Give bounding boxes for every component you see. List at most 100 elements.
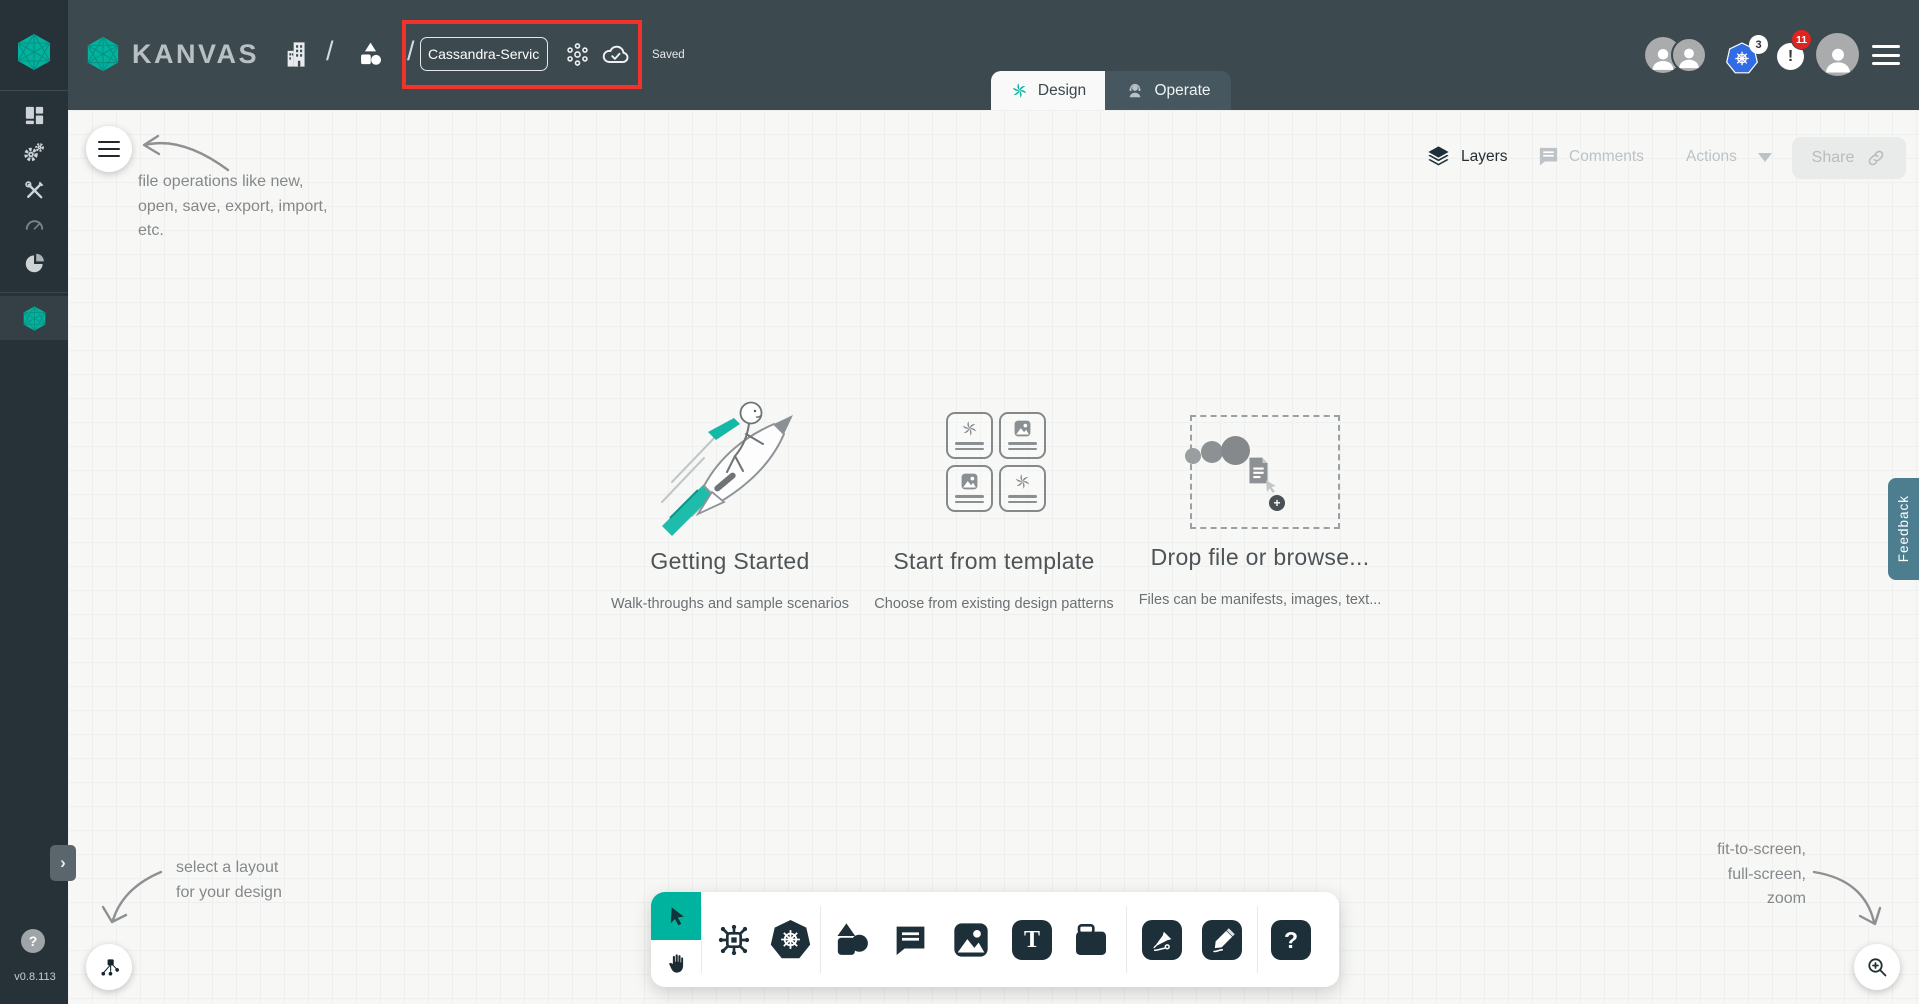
- sidebar-item-settings[interactable]: [0, 134, 68, 172]
- tool-kubernetes[interactable]: [768, 918, 812, 962]
- tool-sketch[interactable]: [1200, 918, 1244, 962]
- cloud-saved-icon[interactable]: [601, 40, 630, 69]
- hamburger-bar: [1872, 53, 1900, 57]
- tool-help[interactable]: ?: [1269, 918, 1313, 962]
- notifications-button[interactable]: ! 11: [1776, 29, 1818, 72]
- operate-headset-icon: [1125, 81, 1145, 101]
- tool-component[interactable]: [712, 918, 756, 962]
- pinwheel-icon: [960, 419, 979, 438]
- tool-pan[interactable]: [651, 940, 701, 987]
- gauge-icon: [23, 213, 46, 236]
- kanvas-logo[interactable]: KANVAS: [84, 35, 259, 73]
- sidebar-item-toolkit[interactable]: [0, 171, 68, 209]
- kubernetes-count-badge: 3: [1749, 35, 1768, 54]
- dot: [1185, 448, 1201, 464]
- share-label: Share: [1811, 149, 1855, 166]
- layers-icon: [1425, 143, 1452, 170]
- sidebar-item-kanvas[interactable]: [0, 296, 68, 340]
- design-name-input[interactable]: [420, 37, 548, 71]
- mesh-nodes-icon[interactable]: [564, 41, 591, 68]
- toolbar-divider: [1257, 906, 1258, 973]
- tool-text[interactable]: T: [1010, 918, 1054, 962]
- getting-started-title: Getting Started: [650, 548, 810, 574]
- comments-label: Comments: [1569, 147, 1644, 165]
- tool-select[interactable]: [651, 892, 701, 940]
- annotation-arrow-zoom: [1812, 870, 1882, 926]
- collaborator-avatar[interactable]: [1671, 37, 1707, 73]
- kubernetes-context-button[interactable]: 3: [1725, 35, 1769, 80]
- meshery-hexagon-icon: [14, 32, 54, 72]
- hand-icon: [665, 952, 688, 975]
- tool-frame[interactable]: [1069, 918, 1113, 962]
- toolbar-divider: [820, 906, 821, 973]
- tool-image[interactable]: [949, 918, 993, 962]
- canvas-file-menu-button[interactable]: [86, 126, 132, 172]
- image-icon: [960, 472, 979, 491]
- gears-icon: [22, 141, 46, 165]
- zoom-button[interactable]: [1854, 944, 1900, 990]
- annotation-layout: select a layout for your design: [176, 859, 282, 901]
- dashboard-icon: [23, 104, 46, 127]
- share-button[interactable]: Share: [1792, 137, 1906, 179]
- toolbar-divider: [701, 906, 702, 973]
- layout-select-button[interactable]: [86, 944, 132, 990]
- plus-icon: +: [1269, 495, 1285, 511]
- drop-file-card[interactable]: + Drop file or browse... Files can be ma…: [1130, 386, 1390, 621]
- chip-icon: [714, 920, 754, 960]
- help-button[interactable]: ?: [21, 929, 45, 953]
- tab-design-label: Design: [1037, 81, 1087, 99]
- dot: [1201, 441, 1223, 463]
- tool-shapes[interactable]: [829, 918, 873, 962]
- profile-avatar[interactable]: [1816, 33, 1859, 76]
- comment-icon: [892, 922, 929, 959]
- rocket-illustration: [661, 401, 793, 536]
- save-status: Saved: [652, 49, 685, 61]
- kubernetes-helm-icon: [770, 920, 810, 959]
- workspace-shapes-icon[interactable]: [356, 40, 385, 69]
- text-tool-glyph: T: [1012, 920, 1052, 960]
- layout-graph-icon: [98, 956, 121, 979]
- start-from-template-card[interactable]: Start from template Choose from existing…: [864, 386, 1124, 621]
- actions-dropdown[interactable]: Actions: [1686, 148, 1772, 166]
- template-thumb: [946, 412, 993, 459]
- kanvas-logo-icon: [84, 35, 122, 73]
- tool-pen[interactable]: [1140, 918, 1184, 962]
- feedback-label: Feedback: [1896, 495, 1911, 563]
- chevron-down-icon: [1757, 152, 1772, 162]
- feedback-tab[interactable]: Feedback: [1888, 478, 1919, 580]
- cursor-pointer-icon: [1261, 477, 1280, 496]
- sidebar-item-analytics[interactable]: [0, 244, 68, 282]
- tab-operate-label: Operate: [1154, 81, 1211, 99]
- organization-icon[interactable]: [284, 40, 313, 69]
- kanvas-hexagon-icon: [21, 305, 48, 332]
- template-thumbnails: [946, 412, 1046, 512]
- shapes-icon: [831, 920, 872, 961]
- tab-operate[interactable]: Operate: [1105, 71, 1231, 110]
- layers-label: Layers: [1461, 147, 1508, 165]
- mode-tabs: Design Operate: [991, 71, 1231, 110]
- cursor-arrow-icon: [665, 905, 688, 928]
- breadcrumb-separator: /: [407, 36, 415, 66]
- crossed-tools-icon: [23, 179, 46, 202]
- comments-icon: [1537, 145, 1560, 168]
- sidebar-collapse-handle[interactable]: ›: [50, 845, 76, 881]
- meshery-logo[interactable]: [14, 32, 54, 72]
- tool-comment[interactable]: [888, 918, 932, 962]
- comments-button[interactable]: Comments: [1537, 145, 1644, 168]
- toolbar-divider: [1126, 906, 1127, 973]
- header-menu-button[interactable]: [1872, 45, 1900, 65]
- tab-design[interactable]: Design: [991, 71, 1105, 110]
- breadcrumb-separator: /: [326, 36, 334, 66]
- sidebar-item-performance[interactable]: [0, 205, 68, 243]
- person-icon: [1821, 42, 1855, 76]
- layers-button[interactable]: Layers: [1425, 143, 1508, 170]
- template-title: Start from template: [893, 548, 1095, 574]
- pen-icon: [1142, 920, 1182, 960]
- drop-zone[interactable]: +: [1185, 415, 1340, 529]
- getting-started-card[interactable]: Getting Started Walk-throughs and sample…: [600, 386, 860, 621]
- template-thumb: [999, 465, 1046, 512]
- frame-icon: [1071, 920, 1111, 960]
- notification-count-badge: 11: [1791, 29, 1812, 50]
- sidebar-item-dashboard[interactable]: [0, 96, 68, 134]
- kanvas-logo-text: KANVAS: [132, 38, 260, 69]
